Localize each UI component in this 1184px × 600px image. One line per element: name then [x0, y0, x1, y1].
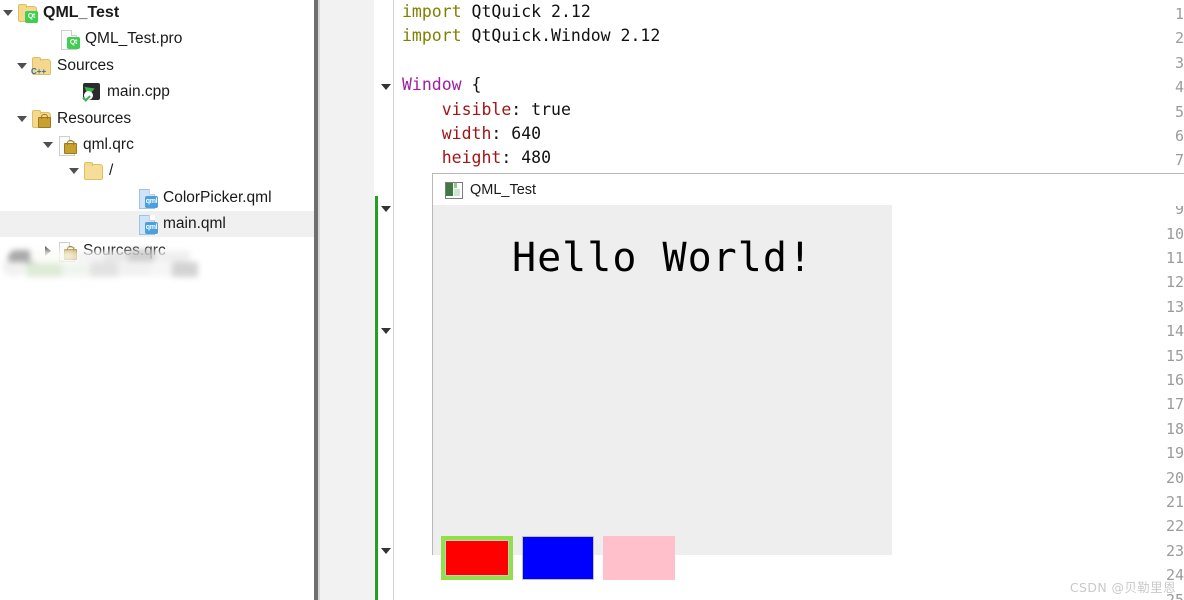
tree-row-label: /	[109, 162, 114, 180]
qrc-file-icon	[56, 135, 78, 156]
tree-row-label: ColorPicker.qml	[163, 188, 272, 206]
swatch-fill	[603, 536, 675, 580]
chevron-down-icon[interactable]	[0, 0, 16, 26]
line-number: 7	[1174, 151, 1184, 170]
qml-window-title: QML_Test	[470, 182, 537, 198]
fold-toggle-icon[interactable]	[378, 539, 394, 563]
tree-row-label: main.cpp	[107, 83, 170, 101]
chevron-down-icon[interactable]	[14, 53, 30, 79]
code-line: height: 480	[402, 148, 552, 168]
tree-row-label: Sources	[57, 56, 114, 74]
code-line: import QtQuick 2.12	[402, 2, 591, 21]
tree-row[interactable]: qml.qrc	[0, 132, 314, 158]
line-number: 4	[1174, 78, 1184, 97]
redacted-blurred-strip	[0, 248, 200, 284]
code-line: width: 640	[402, 123, 542, 143]
fold-toggle-icon[interactable]	[378, 75, 394, 99]
qml-application-window[interactable]: QML_Test Hello World!	[432, 173, 1184, 580]
qml-file-icon: qml	[136, 188, 158, 209]
code-text[interactable]: import QtQuick 2.12 import QtQuick.Window…	[402, 0, 660, 171]
tree-row-label: main.qml	[163, 215, 226, 233]
chevron-down-icon[interactable]	[40, 132, 56, 158]
fold-toggle-icon[interactable]	[378, 197, 394, 221]
tree-row-label: QML_Test.pro	[85, 30, 183, 48]
main-cpp-icon	[80, 82, 102, 102]
tree-row-label: Resources	[57, 109, 132, 127]
qml-file-icon: qml	[136, 214, 158, 236]
line-number: 1	[1174, 5, 1184, 23]
qml-window-content: Hello World!	[432, 205, 892, 580]
line-number: 6	[1174, 127, 1184, 145]
qml-app-icon	[445, 181, 463, 199]
tree-row[interactable]: /	[0, 158, 314, 184]
hello-world-text: Hello World!	[512, 235, 813, 281]
pink-swatch[interactable]	[603, 536, 675, 580]
line-number: 2	[1174, 29, 1184, 48]
code-line: import QtQuick.Window 2.12	[402, 26, 661, 46]
tree-row[interactable]: Resources	[0, 106, 314, 132]
plain-folder-icon	[82, 161, 104, 181]
line-number: 3	[1174, 53, 1184, 72]
code-line: visible: true	[402, 99, 571, 119]
qt-file-icon: Qt	[58, 29, 80, 51]
color-swatch-row[interactable]	[441, 536, 684, 580]
chevron-down-icon[interactable]	[14, 106, 30, 132]
tree-row[interactable]: main.cpp	[0, 79, 314, 105]
fold-toggle-icon[interactable]	[378, 319, 394, 343]
csdn-watermark: CSDN @贝勒里恩	[1069, 580, 1176, 595]
tree-row-label: QML_Test	[43, 4, 120, 21]
tree-row[interactable]: Qt QML_Test	[0, 0, 314, 26]
cpp-folder-icon: C++	[30, 56, 52, 76]
tree-row[interactable]: C++ Sources	[0, 53, 314, 79]
tree-row[interactable]: qml main.qml	[0, 211, 314, 238]
code-line: Window {	[402, 75, 482, 95]
blue-swatch[interactable]	[522, 536, 594, 580]
tree-row-label: qml.qrc	[83, 136, 134, 153]
red-swatch[interactable]	[441, 536, 513, 580]
project-tree-pane[interactable]: Qt QML_Test Qt QML_Test.pro C++ Sources main.c…	[0, 0, 314, 600]
chevron-down-icon[interactable]	[66, 158, 82, 184]
tree-row[interactable]: qml ColorPicker.qml	[0, 185, 314, 211]
swatch-fill	[522, 536, 594, 580]
qml-window-titlebar[interactable]: QML_Test	[432, 173, 1184, 206]
line-number: 5	[1174, 102, 1184, 121]
lock-folder-icon	[30, 109, 52, 129]
qt-folder-icon: Qt	[16, 3, 38, 23]
tree-row[interactable]: Qt QML_Test.pro	[0, 26, 314, 52]
editor-gutter	[320, 0, 374, 600]
swatch-fill	[445, 540, 509, 576]
screenshot-root: Qt QML_Test Qt QML_Test.pro C++ Sources main.c…	[0, 0, 1184, 600]
